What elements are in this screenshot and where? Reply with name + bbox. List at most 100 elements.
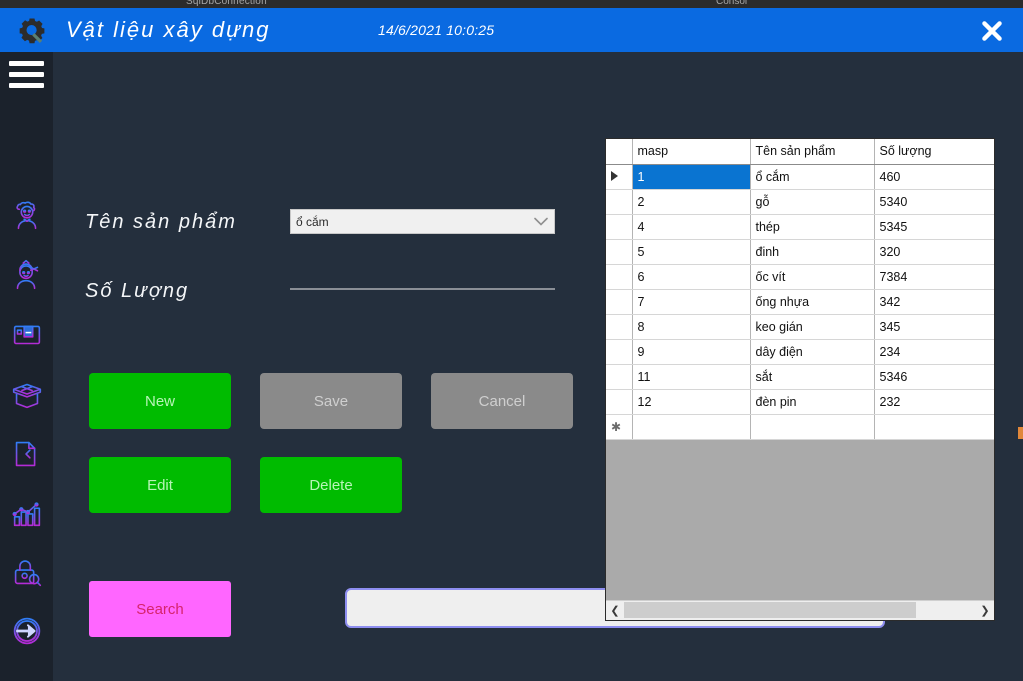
cell-masp[interactable]: 5 bbox=[632, 239, 751, 265]
cell-masp[interactable]: 6 bbox=[632, 264, 751, 290]
package-icon bbox=[8, 376, 46, 414]
cell-so-luong[interactable]: 232 bbox=[874, 389, 994, 415]
cell-so-luong-new[interactable] bbox=[874, 414, 994, 440]
sidebar-item-employee[interactable] bbox=[8, 256, 46, 294]
new-record-marker[interactable]: ✱ bbox=[606, 414, 633, 440]
row-selector-cell[interactable] bbox=[606, 364, 633, 390]
chevron-down-icon[interactable] bbox=[528, 210, 554, 233]
sidebar-item-statistics[interactable] bbox=[8, 494, 46, 532]
row-selector-cell[interactable] bbox=[606, 264, 633, 290]
cell-masp[interactable]: 7 bbox=[632, 289, 751, 315]
sidebar-item-customer[interactable] bbox=[8, 196, 46, 234]
cell-masp[interactable]: 9 bbox=[632, 339, 751, 365]
table-row[interactable]: 6 ốc vít 7384 bbox=[606, 264, 994, 290]
desktop-ghost-label-left: SqlDbConnection bbox=[186, 0, 267, 7]
cell-ten-san-pham[interactable]: ổ cắm bbox=[750, 164, 875, 190]
cell-ten-san-pham[interactable]: ống nhựa bbox=[750, 289, 875, 315]
sidebar-item-logout[interactable] bbox=[8, 612, 46, 650]
edit-button[interactable]: Edit bbox=[89, 457, 231, 513]
column-header-ten-san-pham[interactable]: Tên sản phẩm bbox=[750, 139, 875, 165]
row-selector-cell[interactable] bbox=[606, 314, 633, 340]
cell-so-luong[interactable]: 234 bbox=[874, 339, 994, 365]
row-selector-cell[interactable] bbox=[606, 289, 633, 315]
delete-button[interactable]: Delete bbox=[260, 457, 402, 513]
product-name-combobox[interactable]: ổ cắm bbox=[290, 209, 555, 234]
import-document-icon bbox=[8, 435, 46, 473]
current-row-arrow-icon bbox=[611, 170, 618, 181]
row-selector-cell[interactable] bbox=[606, 164, 633, 190]
row-selector-cell[interactable] bbox=[606, 389, 633, 415]
close-icon[interactable] bbox=[979, 18, 1005, 44]
cell-so-luong[interactable]: 5340 bbox=[874, 189, 994, 215]
product-name-combobox-value: ổ cắm bbox=[296, 214, 329, 229]
new-button[interactable]: New bbox=[89, 373, 231, 429]
product-data-grid[interactable]: masp Tên sản phẩm Số lượng 1ổ cắm 460 2 gỗ 5… bbox=[605, 138, 995, 621]
data-grid-header-row: masp Tên sản phẩm Số lượng bbox=[606, 139, 994, 165]
scrollbar-thumb[interactable] bbox=[624, 602, 917, 618]
sidebar-item-import[interactable] bbox=[8, 435, 46, 473]
table-row[interactable]: 9 dây điện 234 bbox=[606, 339, 994, 365]
table-row[interactable]: 8 keo gián 345 bbox=[606, 314, 994, 340]
cell-so-luong[interactable]: 320 bbox=[874, 239, 994, 265]
cell-masp[interactable]: 4 bbox=[632, 214, 751, 240]
search-button[interactable]: Search bbox=[89, 581, 231, 637]
table-row[interactable]: 7 ống nhựa 342 bbox=[606, 289, 994, 315]
chevron-left-icon[interactable]: ❮ bbox=[606, 601, 624, 620]
desktop-ghost-label-right: Consol bbox=[716, 0, 748, 7]
data-grid-horizontal-scrollbar[interactable]: ❮ ❯ bbox=[606, 600, 994, 620]
title-bar: Vật liệu xây dựng 14/6/2021 10:0:25 bbox=[0, 8, 1023, 52]
row-selector-cell[interactable] bbox=[606, 239, 633, 265]
cell-masp-new[interactable] bbox=[632, 414, 751, 440]
row-selector-cell[interactable] bbox=[606, 339, 633, 365]
cell-ten-san-pham[interactable]: đèn pin bbox=[750, 389, 875, 415]
table-row[interactable]: 12 đèn pin 232 bbox=[606, 389, 994, 415]
new-record-row[interactable]: ✱ bbox=[606, 414, 994, 440]
row-selector-cell[interactable] bbox=[606, 189, 633, 215]
sidebar-item-security[interactable] bbox=[8, 553, 46, 591]
lock-search-icon bbox=[8, 553, 46, 591]
cell-masp[interactable]: 2 bbox=[632, 189, 751, 215]
column-header-masp[interactable]: masp bbox=[632, 139, 751, 165]
table-row[interactable]: 1ổ cắm 460 bbox=[606, 164, 994, 190]
cell-masp[interactable]: 11 bbox=[632, 364, 751, 390]
cell-so-luong[interactable]: 7384 bbox=[874, 264, 994, 290]
chevron-right-icon[interactable]: ❯ bbox=[976, 601, 994, 620]
clock-display: 14/6/2021 10:0:25 bbox=[378, 22, 495, 38]
cell-masp[interactable]: 12 bbox=[632, 389, 751, 415]
customer-icon bbox=[8, 196, 46, 234]
table-row[interactable]: 11 sắt 5346 bbox=[606, 364, 994, 390]
sidebar-item-warehouse[interactable] bbox=[8, 376, 46, 414]
cell-ten-san-pham[interactable]: sắt bbox=[750, 364, 875, 390]
table-row[interactable]: 4 thép 5345 bbox=[606, 214, 994, 240]
cell-so-luong[interactable]: 5345 bbox=[874, 214, 994, 240]
column-header-so-luong[interactable]: Số lượng bbox=[874, 139, 994, 165]
table-row[interactable]: 2 gỗ 5340 bbox=[606, 189, 994, 215]
cell-masp[interactable]: 8 bbox=[632, 314, 751, 340]
quantity-input[interactable] bbox=[290, 262, 555, 290]
cell-so-luong[interactable]: 345 bbox=[874, 314, 994, 340]
cell-ten-san-pham[interactable]: dây điện bbox=[750, 339, 875, 365]
cancel-button[interactable]: Cancel bbox=[431, 373, 573, 429]
table-row[interactable]: 5 đinh 320 bbox=[606, 239, 994, 265]
cell-ten-san-pham[interactable]: đinh bbox=[750, 239, 875, 265]
main-content: Tên sản phẩm Số Lượng ổ cắm New Save Can… bbox=[53, 52, 1023, 681]
cell-masp[interactable]: 1 bbox=[632, 164, 751, 190]
cell-ten-san-pham[interactable]: thép bbox=[750, 214, 875, 240]
cell-so-luong[interactable]: 342 bbox=[874, 289, 994, 315]
cell-ten-san-pham[interactable]: keo gián bbox=[750, 314, 875, 340]
cell-ten-san-pham[interactable]: gỗ bbox=[750, 189, 875, 215]
cell-so-luong[interactable]: 460 bbox=[874, 164, 994, 190]
cell-ten-san-pham[interactable]: ốc vít bbox=[750, 264, 875, 290]
row-selector-cell[interactable] bbox=[606, 214, 633, 240]
quantity-label: Số Lượng bbox=[85, 280, 190, 302]
hamburger-menu-icon[interactable] bbox=[9, 61, 44, 88]
scrollbar-track[interactable] bbox=[624, 601, 976, 620]
employee-icon bbox=[8, 256, 46, 294]
cell-ten-san-pham-new[interactable] bbox=[750, 414, 875, 440]
cell-so-luong[interactable]: 5346 bbox=[874, 364, 994, 390]
sidebar bbox=[0, 52, 53, 681]
desktop-background: SqlDbConnection Consol bbox=[0, 0, 1023, 8]
chart-bar-icon bbox=[8, 494, 46, 532]
save-button[interactable]: Save bbox=[260, 373, 402, 429]
sidebar-item-product[interactable] bbox=[8, 315, 46, 353]
